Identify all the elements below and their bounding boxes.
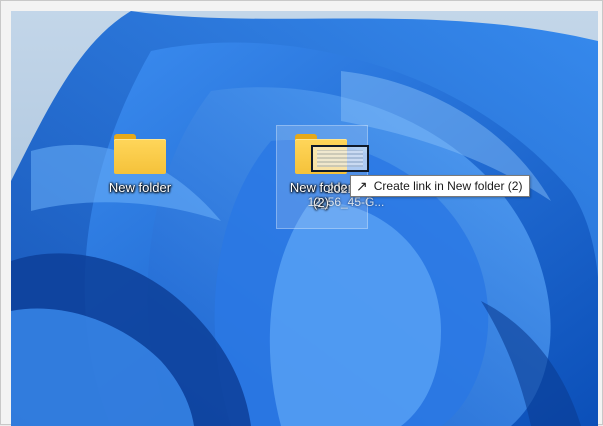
folder-icon	[114, 134, 166, 174]
link-arrow-icon: ↗	[356, 178, 368, 194]
screen-frame: New folder New folder (2) 2021-0 12_56_4…	[0, 0, 603, 426]
desktop-icon-new-folder[interactable]: New folder	[95, 134, 185, 195]
drag-ghost-thumbnail	[311, 145, 369, 172]
drag-ghost-label-line2: 12_56_45-G...	[307, 195, 385, 209]
drag-drop-tooltip: ↗ Create link in New folder (2)	[350, 175, 531, 197]
tooltip-text: Create link in New folder (2)	[373, 179, 523, 193]
desktop[interactable]: New folder New folder (2) 2021-0 12_56_4…	[11, 11, 598, 426]
desktop-icon-label: New folder	[108, 180, 172, 195]
